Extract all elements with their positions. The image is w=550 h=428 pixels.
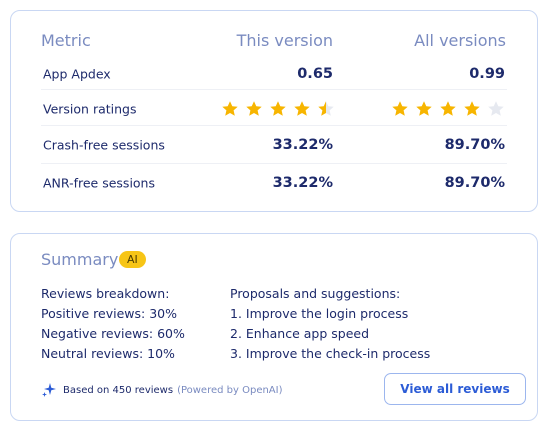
sparkle-icon — [42, 383, 56, 397]
star-icon — [440, 101, 456, 116]
proposal-item: 1. Improve the login process — [230, 306, 409, 321]
metric-label: Crash-free sessions — [43, 137, 165, 153]
neutral-reviews: Neutral reviews: 10% — [41, 346, 175, 361]
proposals-list: Proposals and suggestions: 1. Improve th… — [230, 284, 430, 364]
summary-title: Summary — [41, 250, 119, 269]
star-icon — [392, 101, 408, 116]
star-icon — [222, 101, 238, 116]
view-all-reviews-button[interactable]: View all reviews — [384, 373, 526, 405]
column-header-this-version: This version — [236, 31, 333, 50]
this-version-rating — [221, 100, 335, 118]
metric-row-version-ratings: Version ratings — [41, 89, 507, 128]
metric-row-anr-free: ANR-free sessions 33.22% 89.70% — [41, 163, 507, 202]
summary-card: Summary AI Reviews breakdown: Positive r… — [10, 233, 538, 421]
metric-label: ANR-free sessions — [43, 175, 155, 191]
metric-label: App Apdex — [43, 66, 111, 82]
proposal-item: 3. Improve the check-in process — [230, 346, 431, 361]
metric-label: Version ratings — [43, 101, 137, 117]
negative-reviews: Negative reviews: 60% — [41, 326, 185, 341]
powered-by-text: (Powered by OpenAI) — [177, 384, 283, 396]
reviews-breakdown: Reviews breakdown: Positive reviews: 30%… — [41, 284, 185, 364]
all-versions-rating — [391, 100, 505, 118]
metric-row-app-apdex: App Apdex 0.65 0.99 — [41, 55, 507, 93]
positive-reviews: Positive reviews: 30% — [41, 306, 177, 321]
proposals-heading: Proposals and suggestions: — [230, 286, 401, 301]
column-header-all-versions: All versions — [414, 31, 506, 50]
this-version-value: 33.22% — [272, 175, 333, 191]
this-version-value: 33.22% — [272, 137, 333, 153]
all-versions-value: 0.99 — [469, 66, 505, 82]
star-icon — [246, 101, 262, 116]
metrics-card: Metric This version All versions App Apd… — [10, 10, 538, 212]
star-icon — [464, 101, 480, 116]
proposal-item: 2. Enhance app speed — [230, 326, 370, 341]
star-icon — [294, 101, 310, 116]
reviews-count-text: Based on 450 reviews — [63, 384, 174, 396]
star-icon — [270, 101, 286, 116]
column-header-metric: Metric — [41, 31, 91, 50]
ai-badge: AI — [119, 251, 146, 268]
star-icon — [416, 101, 432, 116]
all-versions-value: 89.70% — [444, 175, 505, 191]
all-versions-value: 89.70% — [444, 137, 505, 153]
summary-footer: Based on 450 reviews (Powered by OpenAI) — [41, 382, 283, 398]
star-icon — [318, 101, 334, 116]
breakdown-heading: Reviews breakdown: — [41, 286, 170, 301]
this-version-value: 0.65 — [297, 66, 333, 82]
metric-row-crash-free: Crash-free sessions 33.22% 89.70% — [41, 125, 507, 164]
star-icon — [488, 101, 504, 116]
